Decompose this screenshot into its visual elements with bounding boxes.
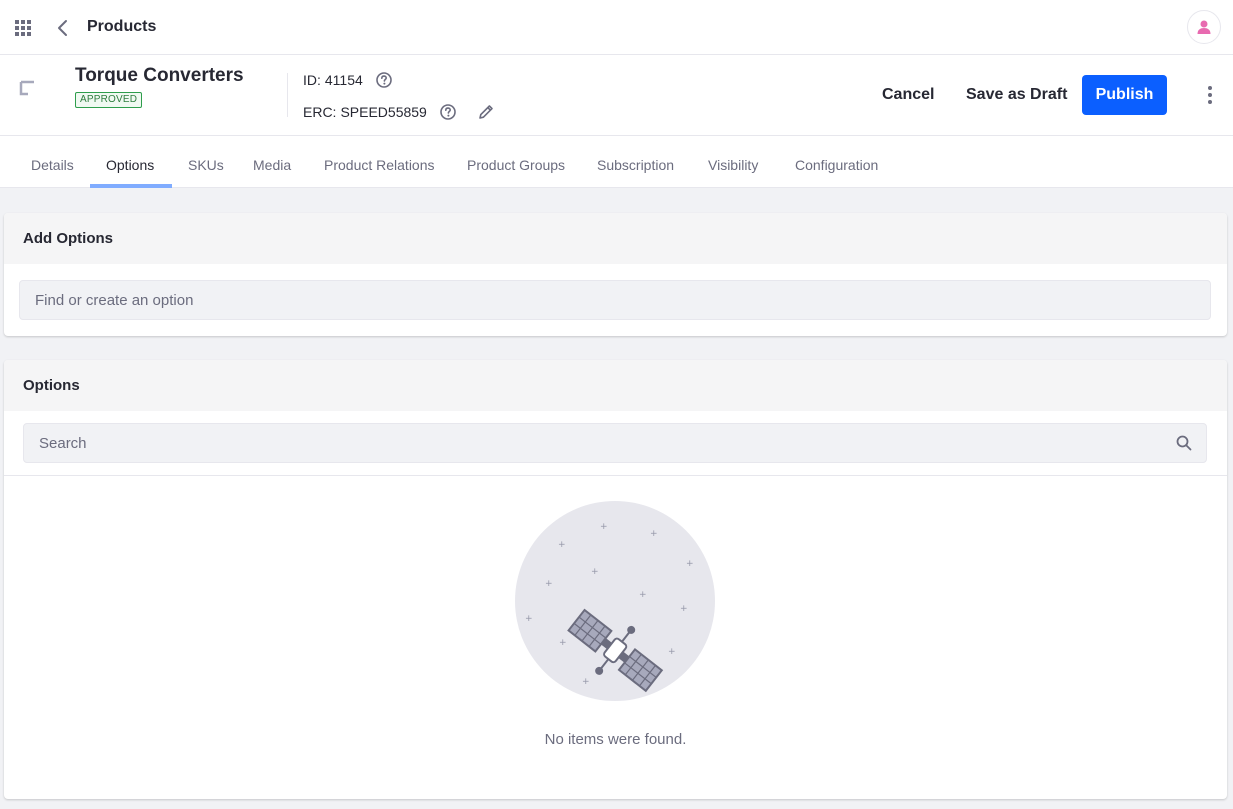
ellipsis-vertical-icon[interactable] [1200,84,1220,106]
header-divider [287,73,288,117]
product-id: ID: 41154 [303,71,393,89]
publish-button[interactable]: Publish [1082,75,1167,115]
erc-label: ERC: [303,104,337,120]
product-title: Torque Converters [75,65,244,86]
product-tabs: Details Options SKUs Media Product Relat… [0,136,1233,188]
question-circle-icon[interactable] [439,103,457,121]
chevron-left-icon[interactable] [52,16,74,40]
product-header: Torque Converters APPROVED ID: 41154 ERC… [0,55,1233,136]
question-circle-icon[interactable] [375,71,393,89]
tab-details[interactable]: Details [31,136,74,188]
breadcrumb-title: Products [87,18,157,35]
tab-media[interactable]: Media [253,136,291,188]
erc-value: SPEED55859 [340,104,427,120]
options-divider [4,475,1227,476]
svg-text:+: + [582,677,590,687]
svg-text:+: + [525,614,533,624]
options-card: Options +++ +++ +++ +++ + No items w [4,360,1227,799]
user-icon [1197,20,1211,34]
top-navigation-bar: Products [0,0,1233,55]
empty-state-message: No items were found. [544,731,687,748]
satellite-illustration: +++ +++ +++ +++ + [515,501,715,701]
svg-text:+: + [559,638,567,648]
tab-subscription[interactable]: Subscription [597,136,674,188]
svg-text:+: + [591,567,599,577]
svg-text:+: + [639,590,647,600]
status-badge: APPROVED [75,92,143,108]
tab-product-relations[interactable]: Product Relations [324,136,435,188]
tab-visibility[interactable]: Visibility [708,136,758,188]
pencil-icon[interactable] [477,103,495,121]
svg-text:+: + [668,647,676,657]
id-label: ID: [303,72,321,88]
user-avatar[interactable] [1187,10,1221,44]
tab-configuration[interactable]: Configuration [795,136,878,188]
search-input[interactable] [23,423,1207,463]
svg-text:+: + [600,522,608,532]
svg-text:+: + [680,604,688,614]
apps-grid-icon[interactable] [12,17,34,39]
svg-text:+: + [558,540,566,550]
add-options-title: Add Options [4,213,1227,264]
svg-text:+: + [545,579,553,589]
tab-skus[interactable]: SKUs [188,136,224,188]
active-tab-indicator [90,184,172,188]
tab-options[interactable]: Options [106,136,154,188]
id-value: 41154 [324,72,363,88]
cancel-button[interactable]: Cancel [870,75,946,115]
svg-text:+: + [650,529,658,539]
product-erc: ERC: SPEED55859 [303,103,495,121]
svg-text:+: + [686,559,694,569]
add-options-card: Add Options [4,213,1227,336]
search-icon[interactable] [1176,435,1192,451]
options-title: Options [4,360,1227,411]
find-or-create-option-input[interactable] [19,280,1211,320]
tab-product-groups[interactable]: Product Groups [467,136,565,188]
save-as-draft-button[interactable]: Save as Draft [954,75,1079,115]
product-icon [19,80,34,96]
